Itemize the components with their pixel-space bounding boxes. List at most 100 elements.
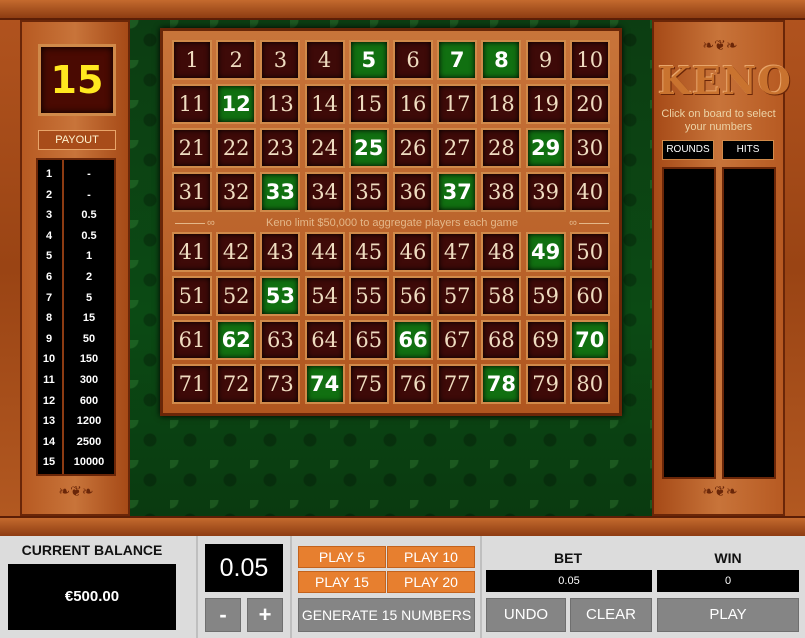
board-number[interactable]: 79 <box>525 364 566 404</box>
play-5-button[interactable]: PLAY 5 <box>298 546 386 568</box>
board-number[interactable]: 30 <box>569 128 610 168</box>
board-number[interactable]: 63 <box>260 320 301 360</box>
board-number[interactable]: 1 <box>172 40 212 80</box>
board-number-selected[interactable]: 29 <box>525 128 566 168</box>
limit-line-left <box>175 223 205 224</box>
board-number[interactable]: 27 <box>437 128 478 168</box>
board-number-selected[interactable]: 66 <box>393 320 433 360</box>
board-number-selected[interactable]: 33 <box>260 172 301 212</box>
board-number[interactable]: 35 <box>348 172 389 212</box>
board-number[interactable]: 72 <box>216 364 257 404</box>
play-15-button[interactable]: PLAY 15 <box>298 571 386 593</box>
payout-row: 10 150 <box>38 349 114 369</box>
board-number[interactable]: 56 <box>393 276 433 316</box>
board-number[interactable]: 2 <box>216 40 257 80</box>
board-number[interactable]: 80 <box>569 364 610 404</box>
board-number-selected[interactable]: 70 <box>569 320 610 360</box>
board-number[interactable]: 55 <box>348 276 389 316</box>
board-number[interactable]: 38 <box>481 172 522 212</box>
bet-label: BET <box>554 550 582 566</box>
board-number[interactable]: 73 <box>260 364 301 404</box>
board-number[interactable]: 51 <box>172 276 212 316</box>
board-number[interactable]: 60 <box>569 276 610 316</box>
increase-bet-button[interactable]: + <box>247 598 283 632</box>
board-number[interactable]: 17 <box>437 84 478 124</box>
board-number[interactable]: 36 <box>393 172 433 212</box>
board-number-selected[interactable]: 74 <box>304 364 345 404</box>
board-number[interactable]: 26 <box>393 128 433 168</box>
board-number[interactable]: 65 <box>348 320 389 360</box>
board-number[interactable]: 71 <box>172 364 212 404</box>
board-number[interactable]: 9 <box>525 40 566 80</box>
board-number[interactable]: 40 <box>569 172 610 212</box>
board-number[interactable]: 67 <box>437 320 478 360</box>
hits-column <box>722 167 776 479</box>
play-button[interactable]: PLAY <box>657 598 799 632</box>
board-number[interactable]: 69 <box>525 320 566 360</box>
board-number[interactable]: 42 <box>216 232 257 272</box>
board-number[interactable]: 14 <box>304 84 345 124</box>
payout-amount: 15 <box>82 312 96 325</box>
board-number[interactable]: 41 <box>172 232 212 272</box>
board-number[interactable]: 44 <box>304 232 345 272</box>
board-number[interactable]: 16 <box>393 84 433 124</box>
board-number[interactable]: 58 <box>481 276 522 316</box>
board-number-selected[interactable]: 53 <box>260 276 301 316</box>
board-number[interactable]: 34 <box>304 172 345 212</box>
board-number-selected[interactable]: 37 <box>437 172 478 212</box>
board-number[interactable]: 45 <box>348 232 389 272</box>
board-number[interactable]: 61 <box>172 320 212 360</box>
undo-button[interactable]: UNDO <box>486 598 566 632</box>
board-number[interactable]: 28 <box>481 128 522 168</box>
board-number-selected[interactable]: 8 <box>481 40 522 80</box>
board-number[interactable]: 43 <box>260 232 301 272</box>
divider <box>196 536 198 638</box>
board-number[interactable]: 48 <box>481 232 522 272</box>
board-number[interactable]: 39 <box>525 172 566 212</box>
clear-button[interactable]: CLEAR <box>570 598 652 632</box>
board-number-selected[interactable]: 25 <box>348 128 389 168</box>
board-number[interactable]: 50 <box>569 232 610 272</box>
board-number[interactable]: 22 <box>216 128 257 168</box>
board-number[interactable]: 32 <box>216 172 257 212</box>
board-number[interactable]: 10 <box>569 40 610 80</box>
board-number[interactable]: 76 <box>393 364 433 404</box>
board-number[interactable]: 64 <box>304 320 345 360</box>
board-number[interactable]: 19 <box>525 84 566 124</box>
board-number[interactable]: 24 <box>304 128 345 168</box>
board-number[interactable]: 46 <box>393 232 433 272</box>
generate-numbers-button[interactable]: GENERATE 15 NUMBERS <box>298 598 475 632</box>
board-number[interactable]: 77 <box>437 364 478 404</box>
board-number[interactable]: 15 <box>348 84 389 124</box>
payout-hits: 6 <box>45 271 53 283</box>
board-number-selected[interactable]: 62 <box>216 320 257 360</box>
payout-amount: 300 <box>79 374 99 386</box>
board-number-selected[interactable]: 12 <box>216 84 257 124</box>
board-number[interactable]: 21 <box>172 128 212 168</box>
board-number[interactable]: 3 <box>260 40 301 80</box>
decrease-bet-button[interactable]: - <box>205 598 241 632</box>
board-number[interactable]: 18 <box>481 84 522 124</box>
board-number[interactable]: 68 <box>481 320 522 360</box>
board-number[interactable]: 11 <box>172 84 212 124</box>
board-number-selected[interactable]: 7 <box>437 40 478 80</box>
board-number[interactable]: 47 <box>437 232 478 272</box>
board-number[interactable]: 52 <box>216 276 257 316</box>
board-number[interactable]: 6 <box>393 40 433 80</box>
board-number-selected[interactable]: 5 <box>348 40 389 80</box>
play-20-button[interactable]: PLAY 20 <box>387 571 475 593</box>
board-number-selected[interactable]: 78 <box>481 364 522 404</box>
board-number[interactable]: 13 <box>260 84 301 124</box>
board-number[interactable]: 20 <box>569 84 610 124</box>
board-number[interactable]: 57 <box>437 276 478 316</box>
board-number[interactable]: 59 <box>525 276 566 316</box>
board-number[interactable]: 23 <box>260 128 301 168</box>
board-number[interactable]: 75 <box>348 364 389 404</box>
payout-hits: 7 <box>45 291 53 304</box>
keno-logo: KENO <box>658 58 792 103</box>
board-number[interactable]: 54 <box>304 276 345 316</box>
board-number[interactable]: 4 <box>304 40 345 80</box>
board-number-selected[interactable]: 49 <box>525 232 566 272</box>
play-10-button[interactable]: PLAY 10 <box>387 546 475 568</box>
board-number[interactable]: 31 <box>172 172 212 212</box>
